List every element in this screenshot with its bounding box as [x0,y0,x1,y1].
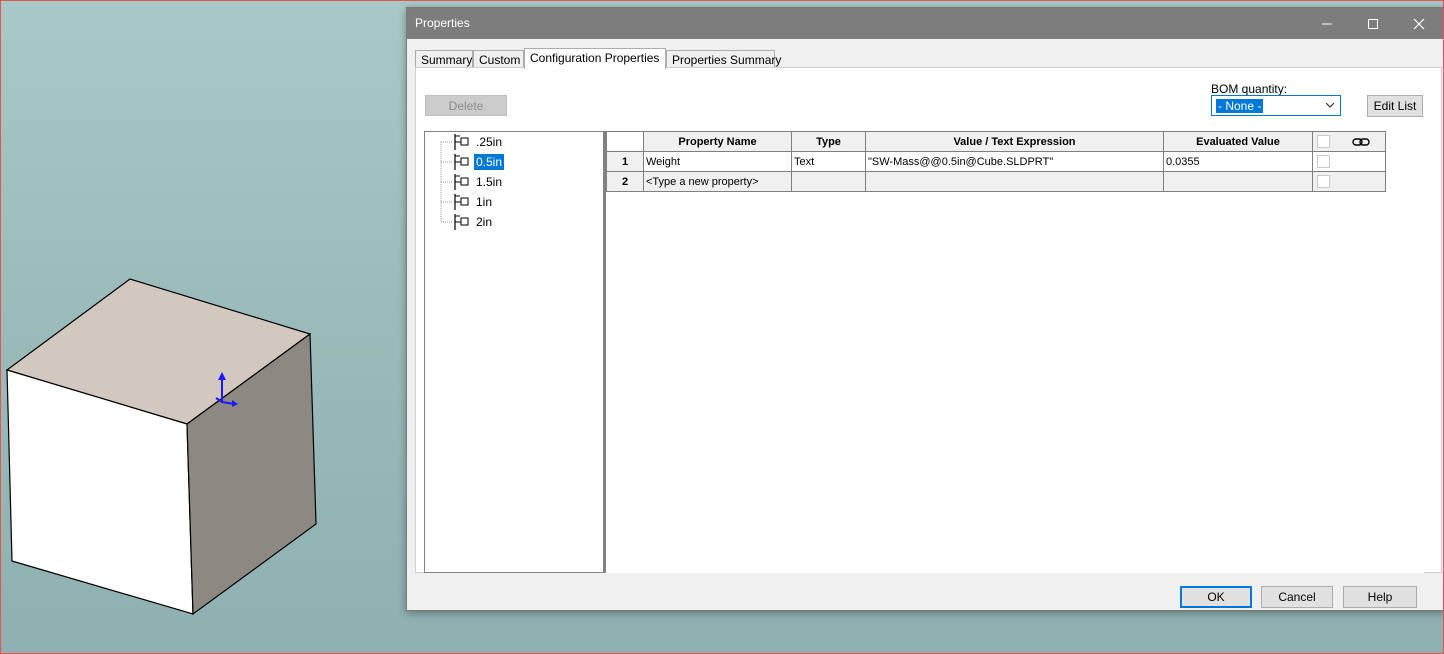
configuration-icon [454,134,469,150]
tab-properties-summary[interactable]: Properties Summary [666,50,781,68]
header-link-column [1312,131,1386,152]
link-checkbox[interactable] [1317,155,1330,168]
link-icon [1352,136,1370,148]
properties-grid-area: Property Name Type Value / Text Expressi… [604,131,1424,573]
link-cell [1312,151,1386,172]
configuration-label: 2in [476,215,493,229]
tab-summary[interactable]: Summary [415,50,473,68]
property-name-cell[interactable]: <Type a new property> [643,171,792,192]
type-cell[interactable]: Text [791,151,866,172]
title-bar[interactable]: Properties [407,8,1444,39]
ok-button[interactable]: OK [1180,586,1252,608]
configuration-properties-panel: Delete BOM quantity: - None - Edit List … [415,67,1442,573]
close-icon [1413,18,1425,29]
properties-grid: Property Name Type Value / Text Expressi… [606,131,1386,192]
property-name-cell[interactable]: Weight [643,151,792,172]
link-cell [1312,171,1386,192]
row-number[interactable]: 2 [606,171,644,192]
bom-quantity-label: BOM quantity: [1211,82,1288,96]
table-row[interactable]: 2 <Type a new property> [606,171,1386,192]
configuration-item[interactable]: 1in [425,192,603,212]
configuration-tree[interactable]: .25in 0.5in 1.5in 1in 2in [424,131,604,573]
grid-header-row: Property Name Type Value / Text Expressi… [606,131,1386,152]
cancel-button[interactable]: Cancel [1261,586,1333,608]
configuration-icon [454,174,469,190]
tab-custom[interactable]: Custom [473,50,524,68]
grid-corner-cell[interactable] [606,131,644,152]
value-expression-cell[interactable] [865,171,1164,192]
configuration-item[interactable]: 0.5in [425,152,603,172]
table-row[interactable]: 1 Weight Text "SW-Mass@@0.5in@Cube.SLDPR… [606,151,1386,172]
maximize-button[interactable] [1350,8,1396,39]
configuration-item[interactable]: .25in [425,132,603,152]
chevron-down-icon [1325,102,1335,108]
configuration-item[interactable]: 1.5in [425,172,603,192]
evaluated-value-cell [1163,171,1313,192]
link-all-checkbox[interactable] [1317,135,1330,148]
minimize-button[interactable] [1304,8,1350,39]
type-cell[interactable] [791,171,866,192]
header-evaluated-value[interactable]: Evaluated Value [1163,131,1313,152]
value-expression-cell[interactable]: "SW-Mass@@0.5in@Cube.SLDPRT" [865,151,1164,172]
configuration-item[interactable]: 2in [425,212,603,232]
configuration-icon [454,194,469,210]
edit-list-button[interactable]: Edit List [1367,95,1423,117]
bom-quantity-select[interactable]: - None - [1211,95,1341,116]
dialog-title: Properties [415,16,470,30]
maximize-icon [1368,18,1378,29]
cube-model[interactable] [5,278,317,616]
close-button[interactable] [1396,8,1442,39]
link-checkbox[interactable] [1317,175,1330,188]
graphics-viewport[interactable] [0,0,406,654]
header-property-name[interactable]: Property Name [643,131,792,152]
bom-quantity-value: - None - [1216,99,1264,113]
header-type[interactable]: Type [791,131,866,152]
configuration-icon [454,154,469,170]
minimize-icon [1322,23,1332,24]
help-button[interactable]: Help [1343,586,1417,608]
evaluated-value-cell: 0.0355 [1163,151,1313,172]
tab-configuration-properties[interactable]: Configuration Properties [524,48,666,69]
configuration-label: 1in [476,195,493,209]
row-number[interactable]: 1 [606,151,644,172]
configuration-icon [454,214,469,230]
configuration-label: .25in [476,135,503,149]
delete-button[interactable]: Delete [425,95,507,116]
configuration-label: 0.5in [474,154,505,170]
properties-dialog: Properties Summary Custom Configuration … [406,7,1444,611]
header-value-text-expression[interactable]: Value / Text Expression [865,131,1164,152]
configuration-label: 1.5in [476,175,503,189]
